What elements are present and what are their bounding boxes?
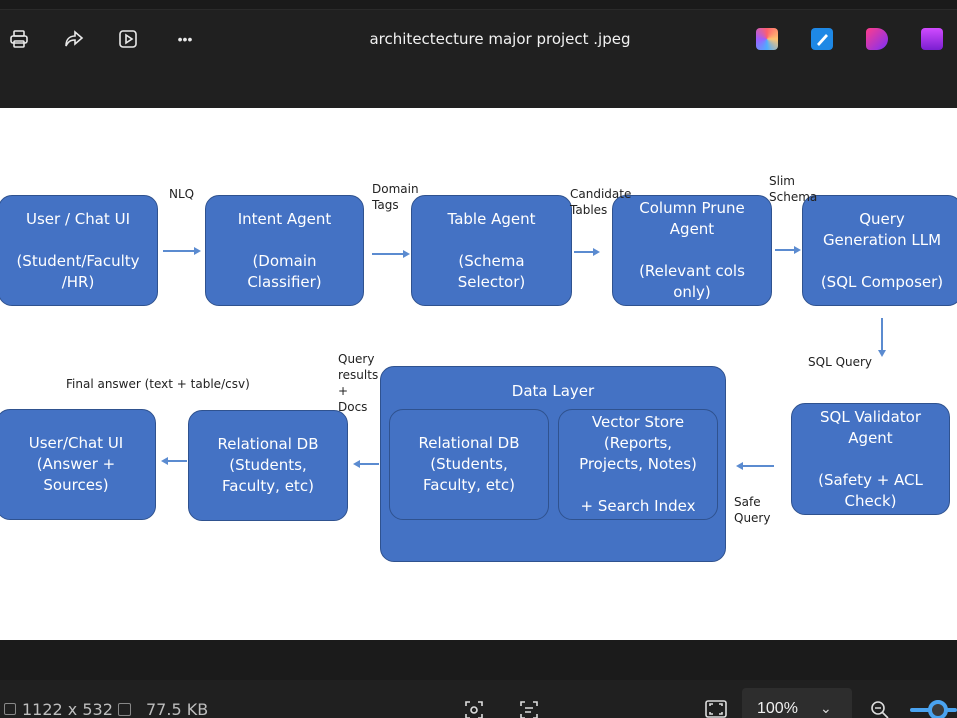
visual-search-button[interactable]	[464, 700, 484, 718]
copilot-icon[interactable]	[756, 28, 778, 50]
label-slim-schema: Slim Schema	[769, 174, 818, 204]
arrow-domain-tags	[372, 250, 410, 257]
status-strip	[0, 640, 957, 680]
query-generation-box: Query Generation LLM (SQL Composer)	[802, 195, 957, 306]
chevron-down-icon: ⌄	[820, 700, 832, 716]
label-final-answer: Final answer (text + table/csv)	[66, 377, 250, 391]
zoom-value: 100%	[757, 700, 798, 717]
fit-window-icon	[705, 700, 727, 718]
dimensions-icon	[4, 703, 16, 715]
relational-db-box: Relational DB (Students, Faculty, etc)	[188, 410, 348, 521]
title-strip	[0, 0, 957, 10]
arrow-final-answer	[161, 457, 187, 464]
label-candidate-tables: Candidate Tables	[570, 187, 632, 217]
column-prune-agent-box: Column Prune Agent (Relevant cols only)	[612, 195, 772, 306]
text-extract-button[interactable]	[519, 700, 539, 718]
file-size: 77.5 KB	[146, 700, 209, 718]
label-domain-tags: Domain Tags	[372, 182, 419, 212]
arrow-sql-query	[878, 318, 885, 357]
paint-icon[interactable]	[811, 28, 833, 50]
label-safe-query: Safe Query	[734, 495, 771, 525]
vector-store-box: Vector Store (Reports, Projects, Notes) …	[558, 409, 718, 520]
zoom-slider-thumb[interactable]	[928, 700, 948, 718]
user-chat-ui-box: User / Chat UI (Student/Faculty /HR)	[0, 195, 158, 306]
data-layer-relational-db-box: Relational DB (Students, Faculty, etc)	[389, 409, 549, 520]
sql-validator-box: SQL Validator Agent (Safety + ACL Check)	[791, 403, 950, 515]
zoom-out-button[interactable]	[870, 700, 890, 718]
label-sql-query: SQL Query	[808, 355, 873, 369]
arrow-safe-query	[736, 462, 774, 469]
table-agent-box: Table Agent (Schema Selector)	[411, 195, 572, 306]
image-dimensions: 1122 x 532	[22, 700, 113, 718]
designer-icon[interactable]	[921, 28, 943, 50]
text-extract-icon	[520, 701, 538, 718]
arrow-slim-schema	[775, 246, 801, 253]
arrow-nlq	[163, 247, 201, 254]
intent-agent-box: Intent Agent (Domain Classifier)	[205, 195, 364, 306]
user-chat-answer-box: User/Chat UI (Answer + Sources)	[0, 409, 156, 520]
zoom-out-icon	[871, 701, 889, 718]
file-size-icon	[118, 703, 131, 716]
label-query-results: Query results + Docs	[338, 352, 379, 414]
label-nlq: NLQ	[169, 187, 195, 201]
fit-to-window-button[interactable]	[705, 700, 727, 718]
clipchamp-icon[interactable]	[866, 28, 888, 50]
arrow-candidate-tables	[574, 248, 600, 255]
top-toolbar	[0, 0, 957, 108]
arrow-query-results	[353, 460, 379, 467]
visual-search-icon	[465, 701, 483, 718]
image-canvas[interactable]: User / Chat UI (Student/Faculty /HR) Int…	[0, 108, 957, 640]
